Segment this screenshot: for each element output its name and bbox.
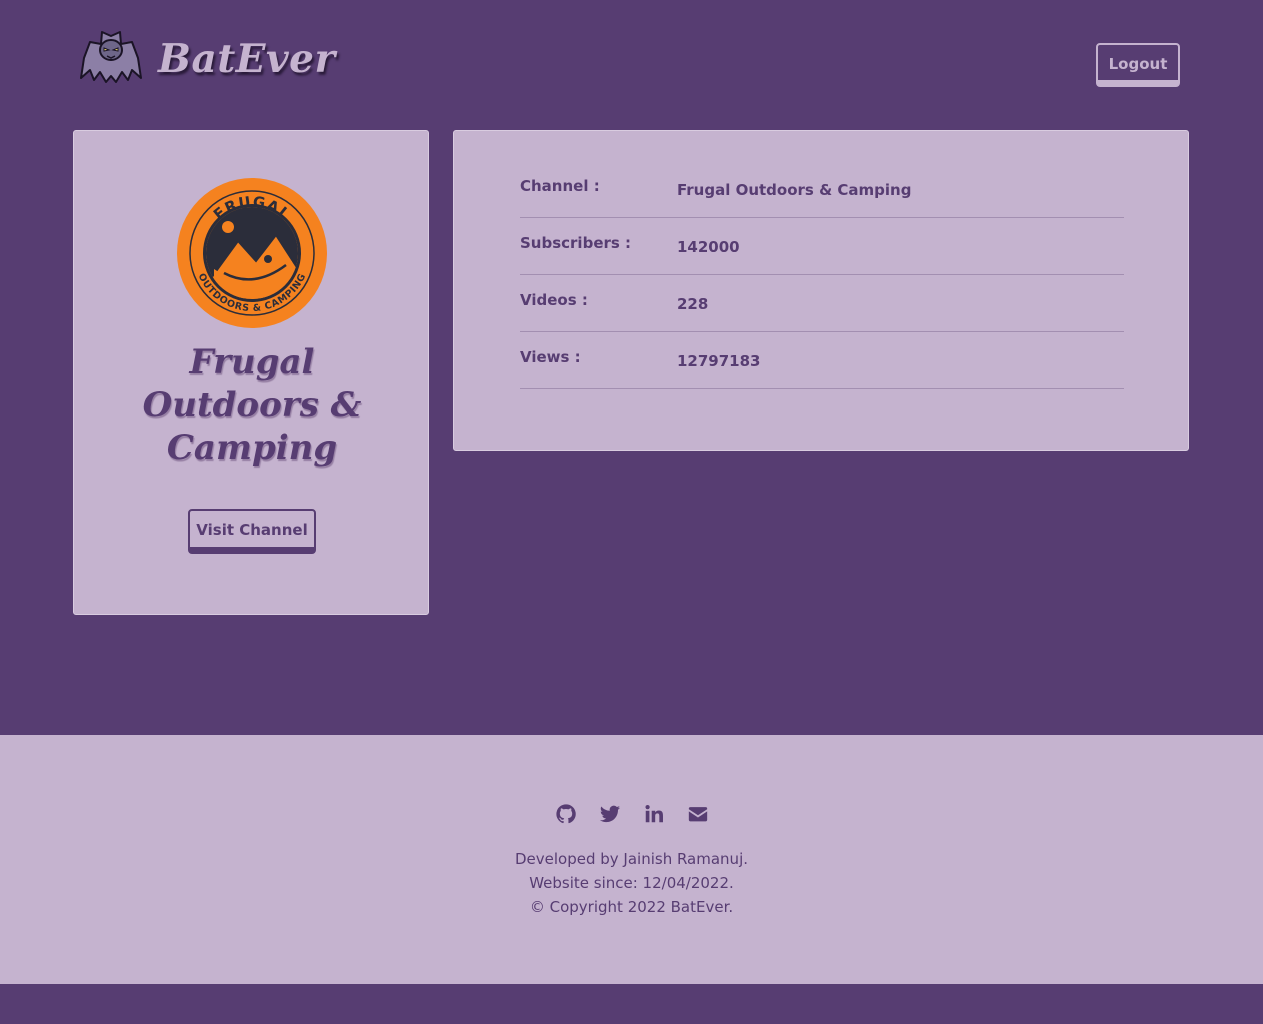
channel-title: Frugal Outdoors & Camping bbox=[142, 342, 362, 468]
header: BatEver Logout bbox=[0, 0, 1263, 120]
social-links bbox=[0, 803, 1263, 825]
stat-label: Videos : bbox=[520, 291, 588, 309]
stat-row-videos: Videos : 228 bbox=[520, 275, 1124, 332]
stat-value: Frugal Outdoors & Camping bbox=[677, 181, 912, 199]
stat-label: Views : bbox=[520, 348, 581, 366]
stat-row-subscribers: Subscribers : 142000 bbox=[520, 218, 1124, 275]
stat-row-views: Views : 12797183 bbox=[520, 332, 1124, 389]
linkedin-icon[interactable] bbox=[643, 803, 665, 825]
brand-name[interactable]: BatEver bbox=[158, 36, 336, 82]
logout-button[interactable]: Logout bbox=[1096, 43, 1180, 87]
stat-row-channel: Channel : Frugal Outdoors & Camping bbox=[520, 161, 1124, 218]
channel-card: FRUGAL OUTDOORS & CAMPING Frugal Outdoor… bbox=[73, 130, 429, 615]
stats-card: Channel : Frugal Outdoors & Camping Subs… bbox=[453, 130, 1189, 451]
stat-value: 142000 bbox=[677, 238, 740, 256]
visit-channel-button[interactable]: Visit Channel bbox=[188, 509, 316, 554]
stats-list: Channel : Frugal Outdoors & Camping Subs… bbox=[520, 161, 1124, 389]
github-icon[interactable] bbox=[555, 803, 577, 825]
channel-avatar: FRUGAL OUTDOORS & CAMPING bbox=[177, 178, 327, 328]
stat-label: Subscribers : bbox=[520, 234, 632, 252]
footer-copyright: © Copyright 2022 BatEver. bbox=[529, 898, 734, 916]
footer-text: Developed by Jainish Ramanuj. Website si… bbox=[0, 847, 1263, 919]
email-icon[interactable] bbox=[687, 803, 709, 825]
stat-value: 228 bbox=[677, 295, 709, 313]
twitter-icon[interactable] bbox=[599, 803, 621, 825]
footer-developer: Developed by Jainish Ramanuj. bbox=[514, 850, 749, 868]
stat-label: Channel : bbox=[520, 177, 600, 195]
footer: Developed by Jainish Ramanuj. Website si… bbox=[0, 735, 1263, 984]
bat-logo-icon[interactable] bbox=[80, 30, 142, 86]
footer-since: Website since: 12/04/2022. bbox=[529, 874, 734, 892]
stat-value: 12797183 bbox=[677, 352, 761, 370]
